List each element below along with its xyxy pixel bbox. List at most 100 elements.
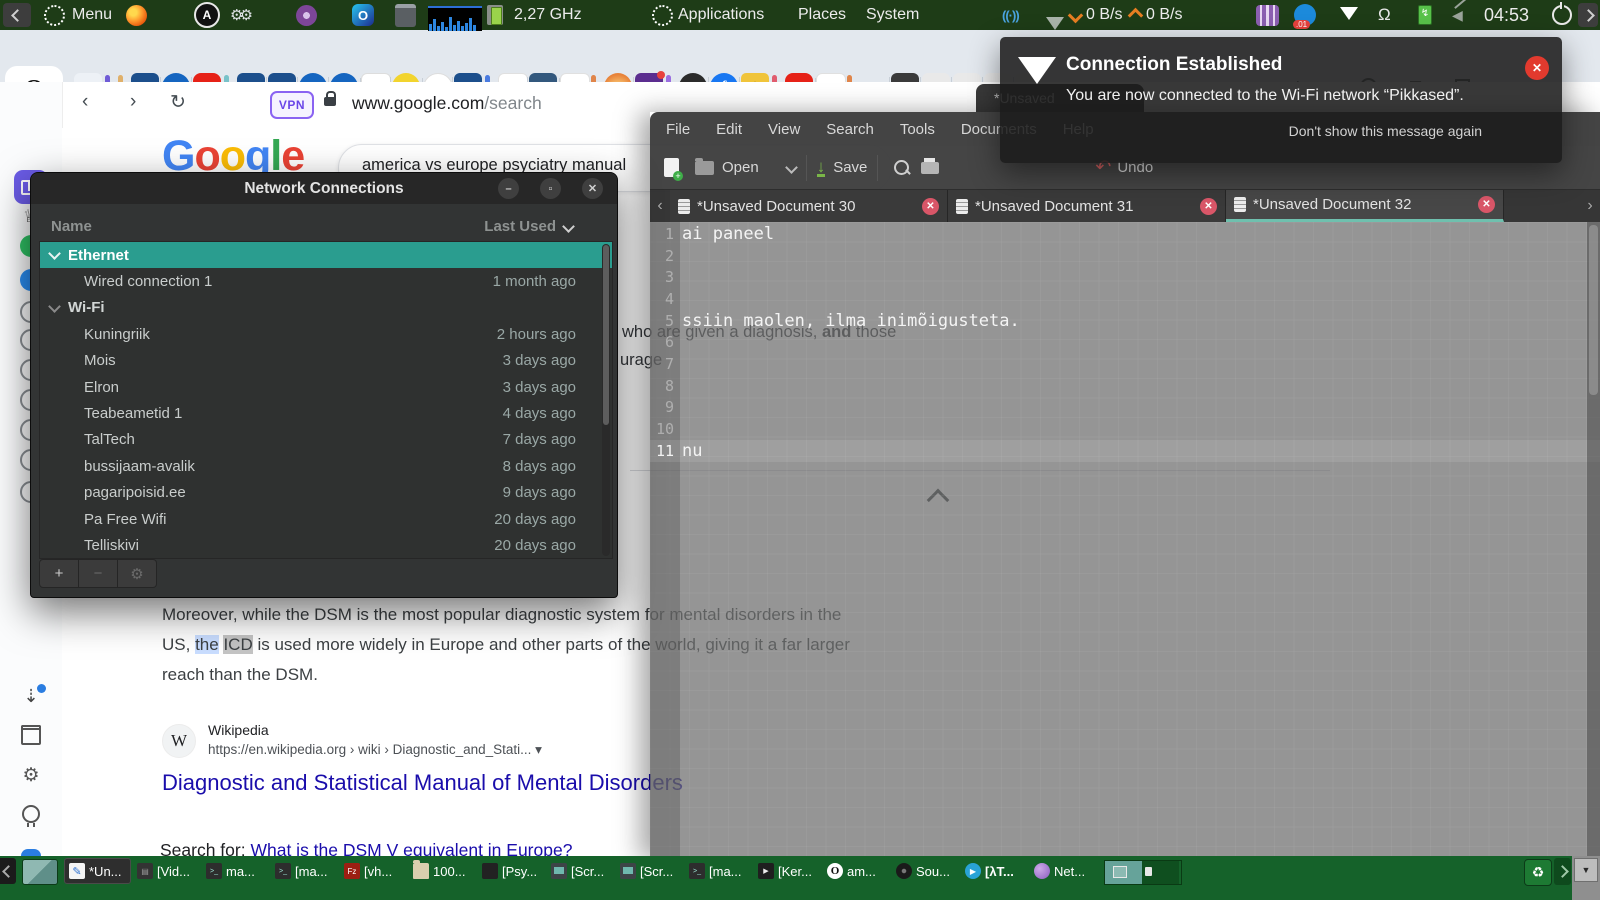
panel-collapse-left-button[interactable] (3, 3, 31, 27)
trash-applet-icon[interactable]: ♻ (1524, 859, 1552, 886)
mate-menu-icon[interactable] (44, 0, 65, 30)
edit-connection-button[interactable]: ⚙ (118, 559, 157, 588)
open-button[interactable]: Open (722, 159, 759, 176)
result-source-name[interactable]: Wikipedia (208, 722, 269, 738)
lock-icon[interactable] (324, 97, 336, 106)
remove-connection-button[interactable]: − (79, 559, 118, 588)
workspace-2[interactable] (1142, 861, 1179, 884)
taskbar-window-button[interactable]: Sou... (892, 858, 959, 884)
wifi-signal-icon[interactable] (1046, 8, 1064, 38)
notifications-bell-icon[interactable]: Ω (1378, 0, 1391, 30)
cpu-frequency-label[interactable]: 2,27 GHz (514, 0, 582, 30)
search-tool-icon[interactable]: A (194, 0, 220, 30)
menu-view[interactable]: View (768, 121, 800, 138)
result-title-link[interactable]: Diagnostic and Statistical Manual of Men… (162, 770, 683, 796)
print-icon[interactable] (921, 162, 939, 174)
firefox-launcher-icon[interactable] (126, 0, 147, 30)
system-menu[interactable]: System (866, 0, 919, 30)
open-folder-icon[interactable] (695, 161, 714, 175)
column-last-used[interactable]: Last Used (484, 218, 611, 235)
taskbar-window-button[interactable]: ▶[Ker... (754, 858, 821, 884)
expander-chevron-icon[interactable] (48, 300, 61, 313)
notification-close-button[interactable]: ✕ (1525, 56, 1549, 80)
editor-text-area[interactable]: 1ai paneel2345ssiin maolen, ilma inimõig… (650, 222, 1600, 860)
applications-menu[interactable]: Applications (678, 0, 764, 30)
system-monitor-graph[interactable] (428, 3, 482, 33)
taskbar-window-button[interactable]: [Scr... (547, 858, 614, 884)
menu-search[interactable]: Search (826, 121, 874, 138)
close-button[interactable]: ✕ (582, 178, 603, 199)
taskbar-window-button[interactable]: >_[ma... (271, 858, 338, 884)
connection-row[interactable]: Elron3 days ago (40, 374, 612, 400)
settings-icon[interactable]: ⚙ (17, 761, 45, 789)
taskbar-window-button[interactable]: ✎*Un... (64, 858, 131, 884)
connection-row[interactable]: TalTech7 days ago (40, 427, 612, 453)
terminal-launcher-icon[interactable] (395, 0, 416, 30)
taskbar-window-button[interactable]: ▶[λT... (961, 858, 1028, 884)
new-document-icon[interactable] (664, 158, 679, 177)
taskbar-window-button[interactable]: [Psy... (478, 858, 545, 884)
column-name[interactable]: Name (39, 218, 484, 235)
net-down-rate[interactable]: 0 B/s (1086, 0, 1122, 30)
taskbar-collapse-icon[interactable] (0, 858, 16, 884)
editor-tab[interactable]: *Unsaved Document 31✕ (948, 190, 1226, 222)
places-menu[interactable]: Places (798, 0, 846, 30)
net-up-rate[interactable]: 0 B/s (1146, 0, 1182, 30)
update-tray-icon[interactable] (1294, 0, 1316, 30)
applications-menu-icon[interactable] (652, 0, 673, 30)
network-waves-icon[interactable]: ((·)) (1002, 0, 1019, 30)
save-icon[interactable]: ↓ (817, 159, 826, 177)
menu-tools[interactable]: Tools (900, 121, 935, 138)
connection-row[interactable]: Wi-Fi (40, 295, 612, 321)
clock[interactable]: 04:53 (1484, 0, 1529, 30)
reload-icon[interactable]: ↻ (170, 91, 186, 114)
find-icon[interactable] (894, 160, 909, 175)
connection-row[interactable]: Pa Free Wifi20 days ago (40, 506, 612, 532)
pulseaudio-tray-icon[interactable] (1256, 0, 1279, 30)
result-url[interactable]: https://en.wikipedia.org › wiki › Diagno… (208, 742, 542, 758)
tab-close-icon[interactable]: ✕ (1200, 198, 1217, 215)
taskbar-window-button[interactable]: Oam... (823, 858, 890, 884)
volume-muted-icon[interactable]: ◀ (1452, 0, 1463, 30)
taskbar-window-button[interactable]: >_ma... (202, 858, 269, 884)
connection-row[interactable]: Ethernet (40, 242, 612, 268)
connection-row[interactable]: Telliskivi20 days ago (40, 532, 612, 558)
expander-chevron-icon[interactable] (48, 247, 61, 260)
editor-scrollbar[interactable] (1587, 222, 1600, 860)
minimize-button[interactable]: – (498, 178, 519, 199)
dialog-scrollbar[interactable] (602, 244, 610, 556)
extensions-icon[interactable] (17, 722, 45, 750)
editor-tab[interactable]: *Unsaved Document 30✕ (670, 190, 948, 222)
tab-close-icon[interactable]: ✕ (922, 198, 939, 215)
tips-icon[interactable] (17, 800, 45, 828)
opera-launcher-icon[interactable]: O (352, 0, 374, 30)
menu-file[interactable]: File (666, 121, 690, 138)
connection-row[interactable]: bussijaam-avalik8 days ago (40, 453, 612, 479)
show-desktop-button[interactable] (22, 859, 58, 885)
tab-close-icon[interactable]: ✕ (1478, 196, 1495, 213)
panel-collapse-right-button[interactable] (1578, 3, 1598, 27)
downloads-icon[interactable]: ⇣ (17, 682, 45, 710)
taskbar-window-button[interactable]: [Scr... (616, 858, 683, 884)
tab-scroll-right-icon[interactable]: › (1580, 190, 1600, 222)
maximize-button[interactable]: ▫ (540, 178, 561, 199)
connection-row[interactable]: pagaripoisid.ee9 days ago (40, 480, 612, 506)
taskbar-window-button[interactable]: >_[ma... (685, 858, 752, 884)
tor-browser-icon[interactable] (296, 0, 317, 30)
save-button[interactable]: Save (833, 159, 867, 176)
tab-scroll-left-icon[interactable]: ‹ (650, 190, 670, 222)
add-connection-button[interactable]: + (39, 559, 79, 588)
taskbar-window-button[interactable]: Net... (1030, 858, 1097, 884)
forward-icon[interactable]: › (130, 91, 136, 113)
editor-tab[interactable]: *Unsaved Document 32✕ (1226, 190, 1504, 222)
menu-button[interactable]: Menu (72, 0, 112, 30)
list-header[interactable]: Name Last Used (39, 211, 611, 241)
connection-row[interactable]: Wired connection 11 month ago (40, 268, 612, 294)
battery-tray-icon[interactable]: ↯ (1418, 0, 1432, 30)
taskbar-window-button[interactable]: 100... (409, 858, 476, 884)
dialog-titlebar[interactable]: Network Connections – ▫ ✕ (31, 173, 617, 204)
dismiss-link[interactable]: Don't show this message again (1289, 123, 1482, 139)
vpn-badge[interactable]: VPN (270, 91, 314, 119)
taskbar-expand-icon[interactable] (1554, 858, 1571, 885)
shutdown-icon[interactable] (1552, 0, 1572, 30)
